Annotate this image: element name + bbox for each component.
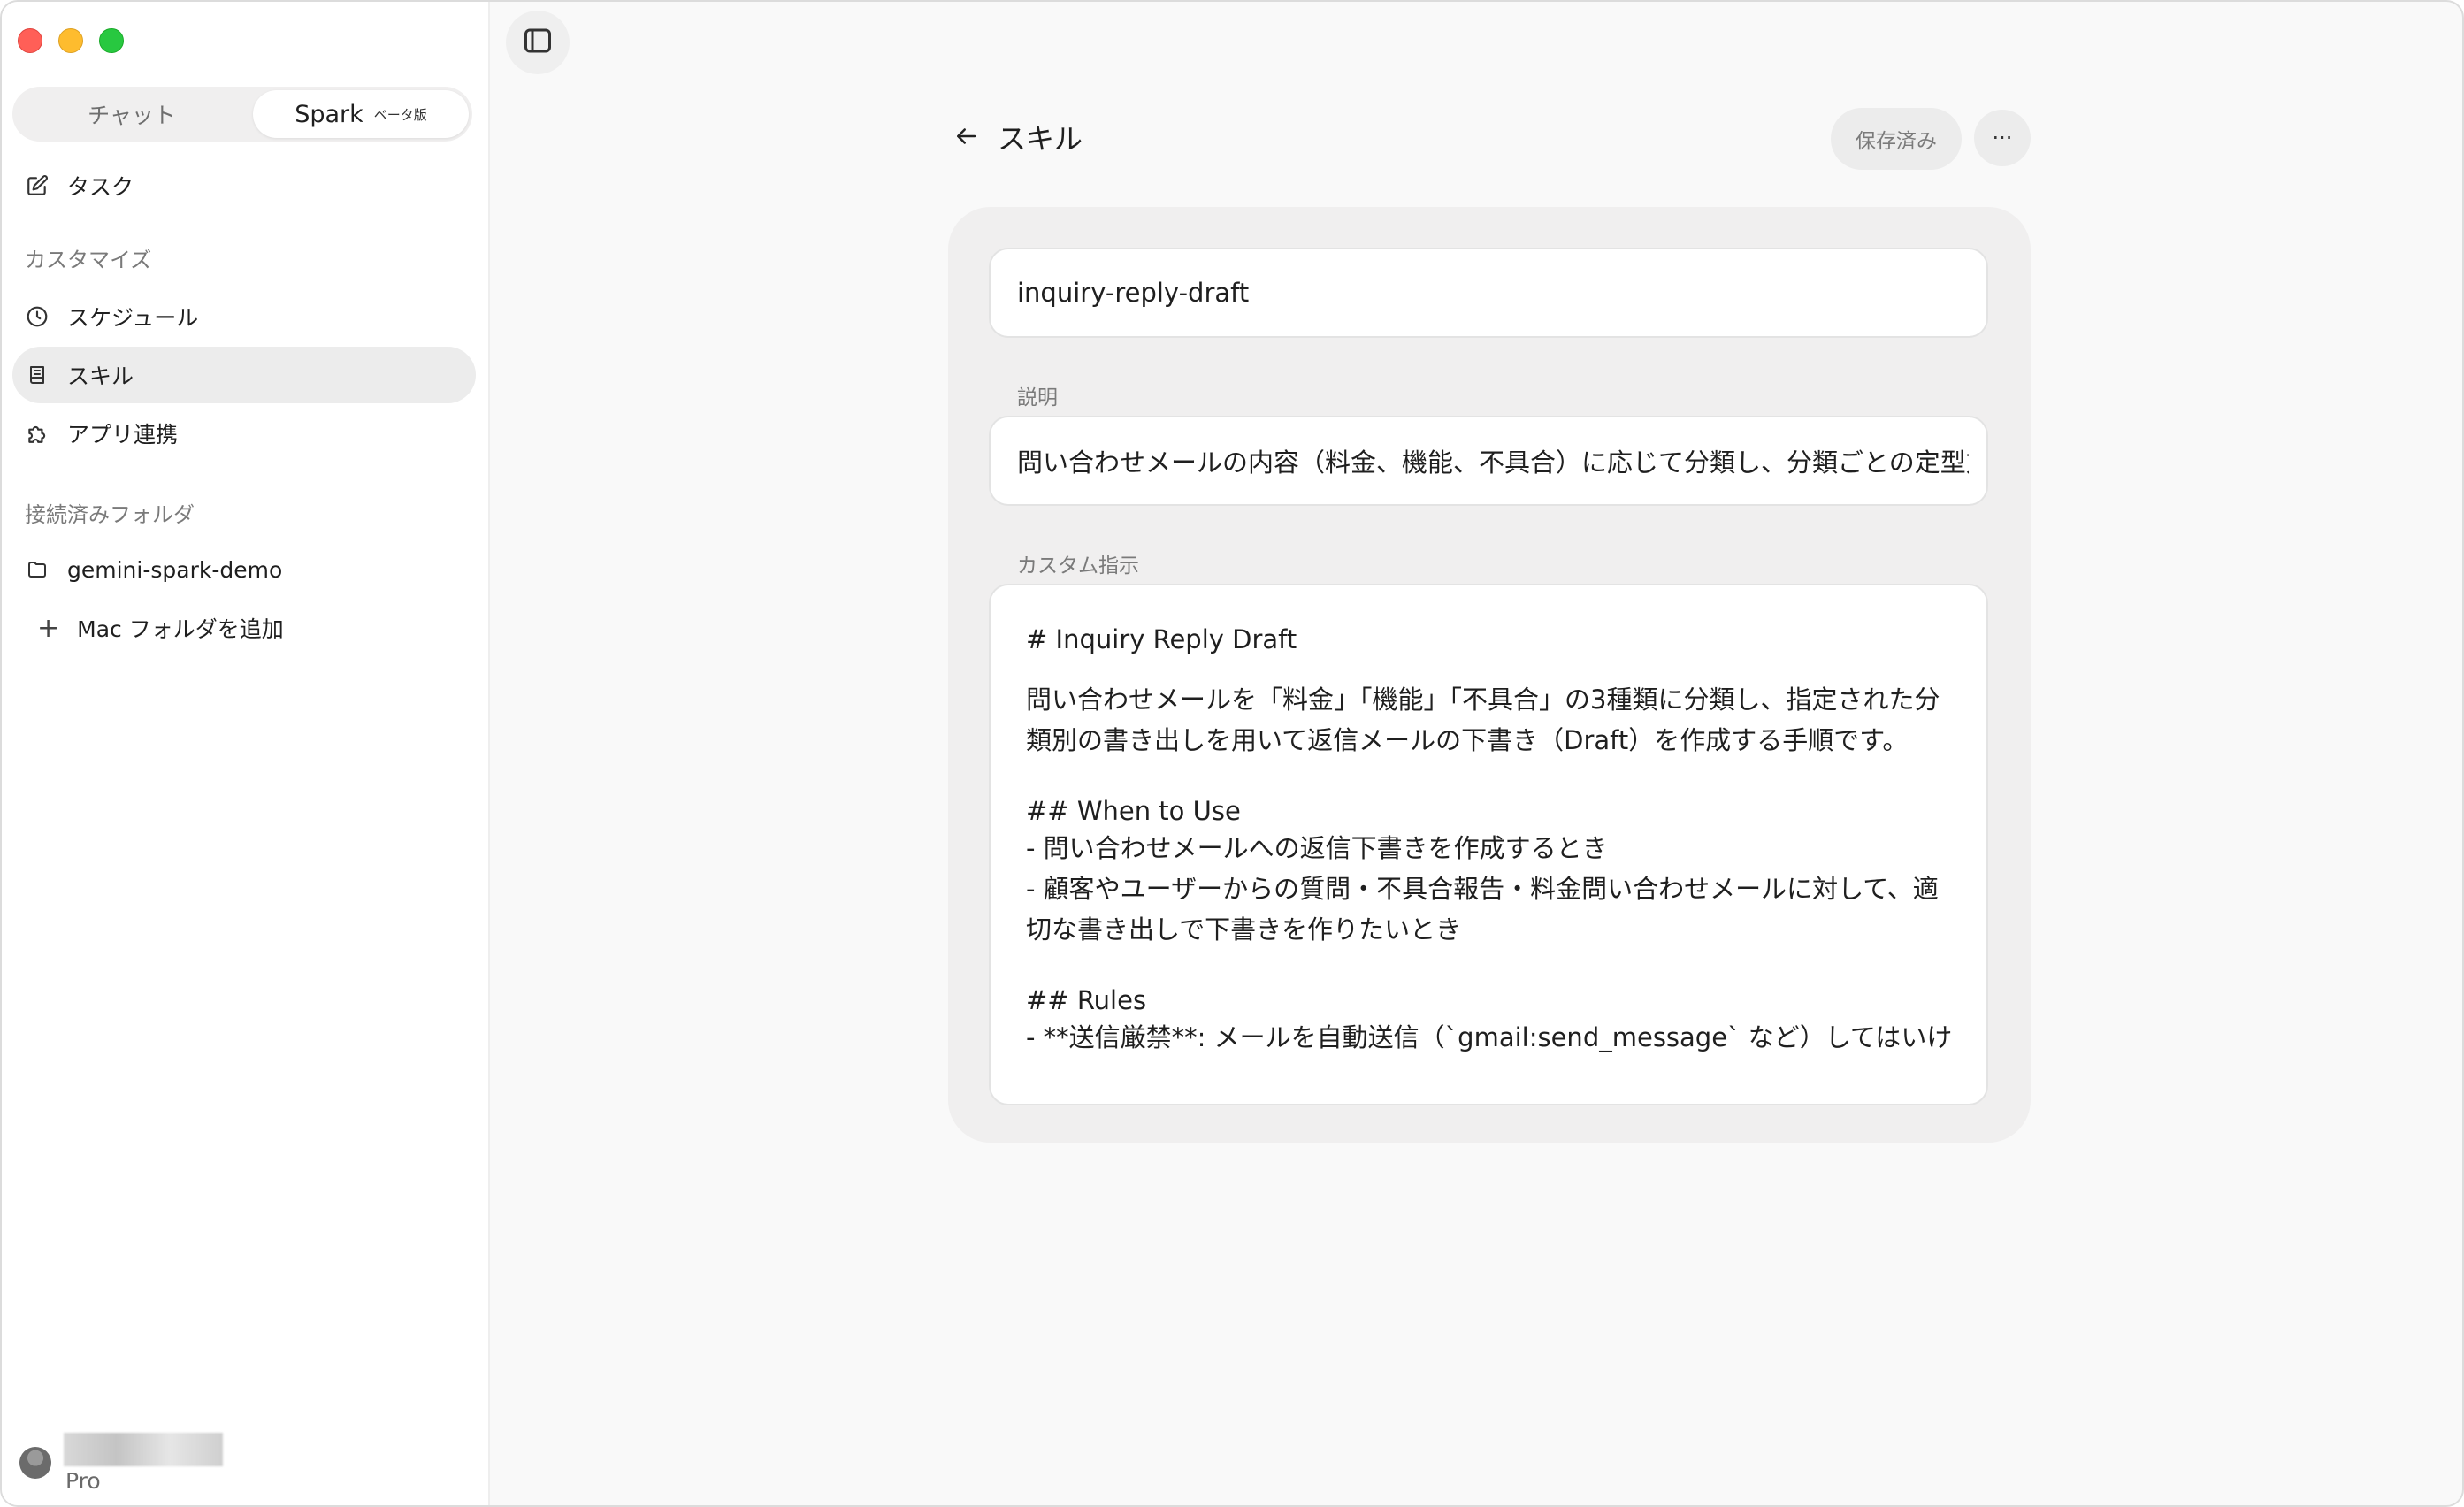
add-folder-button[interactable]: + Mac フォルダを追加 <box>37 610 284 646</box>
sidebar-item-label: アプリ連携 <box>67 422 179 448</box>
edit-icon <box>25 173 50 198</box>
sidebar-item-app-integration[interactable]: アプリ連携 <box>12 405 476 462</box>
app-window: チャット Spark ベータ版 タスク カスタマイズ スケジュール スキル アプ… <box>0 0 2464 1507</box>
more-options-button[interactable]: ··· <box>1974 110 2031 166</box>
close-window-button[interactable] <box>18 28 42 53</box>
sidebar-toggle-button[interactable] <box>506 11 570 74</box>
description-field[interactable]: 問い合わせメールの内容（料金、機能、不具合）に応じて分類し、分類ごとの定型文・ <box>989 416 1988 506</box>
connected-folders-section-label: 接続済みフォルダ <box>25 502 195 527</box>
sidebar-item-task[interactable]: タスク <box>12 157 476 214</box>
user-account[interactable]: Pro <box>19 1429 232 1494</box>
list-line: - 顧客やユーザーからの質問・不具合報告・料金問い合わせメールに対して、適切な書… <box>1026 874 1939 945</box>
sidebar-item-folder[interactable]: gemini-spark-demo <box>12 541 476 598</box>
paragraph-line: 問い合わせメールを「料金」「機能」「不具合」の3種類に分類し、指定された分類別の… <box>1026 685 1940 755</box>
heading-line: ## Rules <box>1026 985 1147 1015</box>
heading-line: # Inquiry Reply Draft <box>1026 624 1297 654</box>
more-icon: ··· <box>1992 126 2013 150</box>
arrow-left-icon <box>953 123 979 153</box>
clock-icon <box>25 304 50 329</box>
customize-section-label: カスタマイズ <box>25 248 152 272</box>
puzzle-icon <box>25 421 50 446</box>
sidebar-item-label: スケジュール <box>67 305 199 331</box>
tab-spark-label: Spark <box>295 100 363 128</box>
plan-label: Pro <box>65 1468 101 1494</box>
user-name-redacted <box>64 1433 223 1466</box>
custom-instructions-label: カスタム指示 <box>1017 555 1139 578</box>
sidebar: チャット Spark ベータ版 タスク カスタマイズ スケジュール スキル アプ… <box>2 2 490 1505</box>
list-line: - **送信厳禁**: メールを自動送信（`gmail:send_message… <box>1026 1022 1953 1052</box>
page-title: スキル <box>998 122 1083 156</box>
page-header: スキル 保存済み ··· <box>948 108 2031 172</box>
folder-icon <box>25 557 50 582</box>
heading-line: ## When to Use <box>1026 796 1241 826</box>
sidebar-item-label: スキル <box>67 363 134 389</box>
saved-button[interactable]: 保存済み <box>1831 108 1962 170</box>
back-button[interactable] <box>948 120 983 156</box>
sidebar-item-label: タスク <box>67 174 134 200</box>
mode-segmented-control: チャット Spark ベータ版 <box>12 87 472 142</box>
description-label: 説明 <box>1017 386 1058 409</box>
tab-chat-label: チャット <box>88 103 176 128</box>
beta-badge: ベータ版 <box>373 106 427 123</box>
custom-instructions-text: # Inquiry Reply Draft 問い合わせメールを「料金」「機能」「… <box>1026 619 1955 1058</box>
sidebar-item-skill[interactable]: スキル <box>12 347 476 403</box>
sidebar-item-label: gemini-spark-demo <box>67 556 283 583</box>
tab-chat[interactable]: チャット <box>16 90 248 138</box>
skill-name-field[interactable]: inquiry-reply-draft <box>989 248 1988 338</box>
list-line: - 問い合わせメールへの返信下書きを作成するとき <box>1026 833 1608 863</box>
sidebar-toggle-icon <box>522 25 554 60</box>
minimize-window-button[interactable] <box>58 28 83 53</box>
skill-form-card: inquiry-reply-draft 説明 問い合わせメールの内容（料金、機能… <box>948 207 2031 1143</box>
avatar <box>19 1447 51 1479</box>
description-value: 問い合わせメールの内容（料金、機能、不具合）に応じて分類し、分類ごとの定型文・ <box>1017 448 1969 478</box>
zoom-window-button[interactable] <box>99 28 124 53</box>
book-icon <box>25 363 50 387</box>
sidebar-item-schedule[interactable]: スケジュール <box>12 288 476 345</box>
add-folder-label: Mac フォルダを追加 <box>77 616 284 642</box>
custom-instructions-field[interactable]: # Inquiry Reply Draft 問い合わせメールを「料金」「機能」「… <box>989 584 1988 1105</box>
plus-icon: + <box>37 612 60 644</box>
tab-spark[interactable]: Spark ベータ版 <box>253 90 469 138</box>
skill-name-value: inquiry-reply-draft <box>1017 278 1250 308</box>
